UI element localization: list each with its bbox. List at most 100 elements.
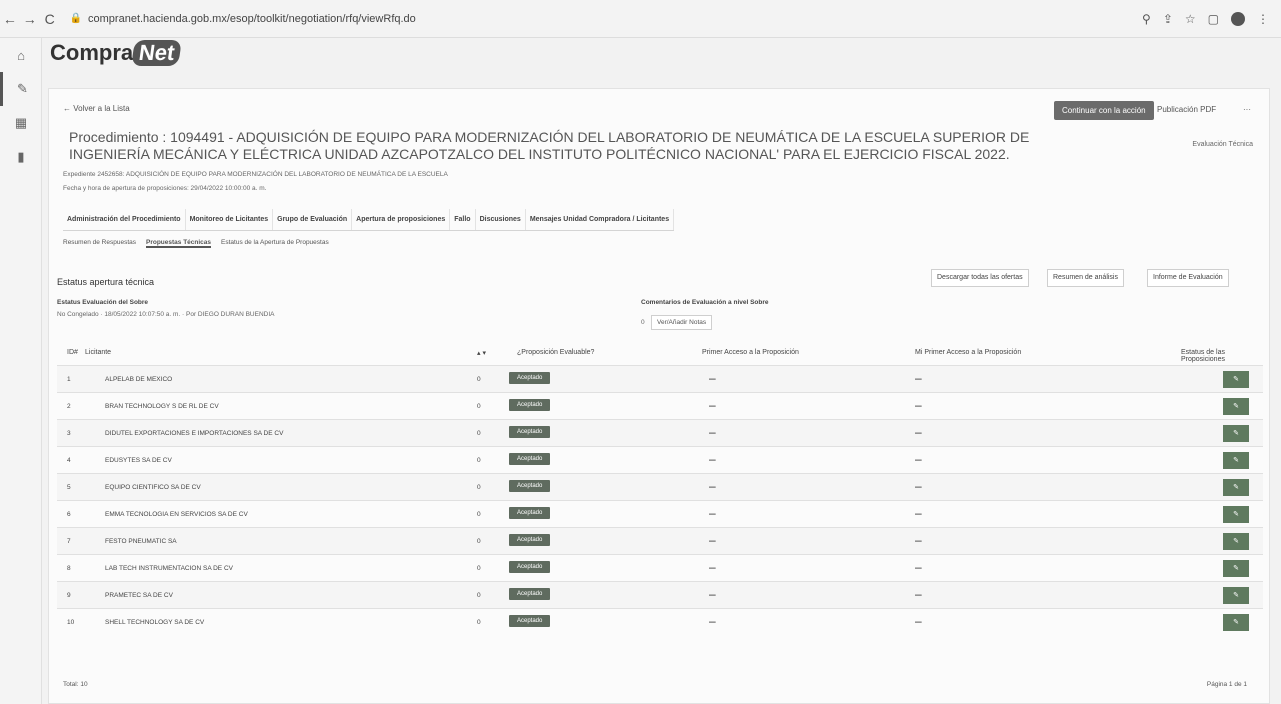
tab-monitoreo[interactable]: Monitoreo de Licitantes [186,209,274,230]
logo-part2: Net [131,40,183,66]
back-arrow-icon[interactable]: ← [0,11,20,27]
table-row: 4 EDUSYTES SA DE CV 0 Aceptado – – ✎ [57,446,1263,473]
star-icon[interactable]: ☆ [1185,12,1196,26]
tab-administracion[interactable]: Administración del Procedimiento [63,209,186,230]
status-badge: Aceptado [509,453,551,465]
row-count: 0 [477,511,481,518]
table-body: 1 ALPELAB DE MEXICO 0 Aceptado – – ✎ 2 BRAN TECH… [57,365,1263,635]
status-badge: Aceptado [509,426,551,438]
col-num[interactable]: ID# [67,349,78,356]
status-badge: Aceptado [509,561,551,573]
col-my-first-access[interactable]: Mi Primer Acceso a la Proposición [915,349,1021,356]
tab-fallo[interactable]: Fallo [450,209,476,230]
row-first-access: – [709,533,716,547]
tab-grupo-evaluacion[interactable]: Grupo de Evaluación [273,209,353,230]
row-count: 0 [477,376,481,383]
edit-proposal-icon[interactable]: ✎ [1223,506,1249,523]
status-badge: Aceptado [509,480,551,492]
share-icon[interactable]: ⇪ [1163,12,1173,26]
edit-proposal-icon[interactable]: ✎ [1223,614,1249,631]
row-licitante-link[interactable]: EQUIPO CIENTIFICO SA DE CV [105,484,201,491]
col-solvente[interactable]: ¿Proposición Evaluable? [517,349,594,356]
row-first-access: – [709,506,716,520]
grid-icon[interactable]: ▦ [0,106,42,140]
kebab-icon[interactable]: ⋮ [1257,12,1269,26]
profile-icon[interactable] [1231,11,1245,26]
col-licitante[interactable]: Licitante [85,349,111,356]
row-num: 6 [67,511,71,518]
evaluacion-tecnica-link[interactable]: Evaluación Técnica [1192,141,1253,148]
row-count: 0 [477,457,481,464]
status-badge: Aceptado [509,372,551,384]
back-to-list-link[interactable]: ← Volver a la Lista [63,104,130,113]
table-row: 6 EMMA TECNOLOGIA EN SERVICIOS SA DE CV 0 A… [57,500,1263,527]
row-my-first-access: – [915,425,922,439]
notes-button[interactable]: Ver/Añadir Notas [651,315,713,330]
row-num: 8 [67,565,71,572]
table-row: 7 FESTO PNEUMATIC SA 0 Aceptado – – ✎ [57,527,1263,554]
compranet-logo: Compra Net [50,40,183,66]
tab-apertura[interactable]: Apertura de proposiciones [352,209,451,230]
window-icon[interactable]: ▢ [1208,12,1219,26]
download-all-button[interactable]: Descargar todas las ofertas [931,269,1029,287]
tab-discusiones[interactable]: Discusiones [476,209,526,230]
subtab-resumen[interactable]: Resumen de Respuestas [63,239,136,248]
pdf-publication-link[interactable]: Publicación PDF [1157,105,1216,114]
edit-proposal-icon[interactable]: ✎ [1223,371,1249,388]
row-first-access: – [709,452,716,466]
row-licitante-link[interactable]: EDUSYTES SA DE CV [105,457,172,464]
row-first-access: – [709,479,716,493]
subtab-propuestas-tecnicas[interactable]: Propuestas Técnicas [146,239,212,248]
edit-proposal-icon[interactable]: ✎ [1223,533,1249,550]
book-icon[interactable]: ▮ [0,140,42,174]
col-estatus[interactable]: Estatus de las Proposiciones [1181,349,1263,363]
edit-proposal-icon[interactable]: ✎ [1223,587,1249,604]
row-my-first-access: – [915,560,922,574]
row-my-first-access: – [915,452,922,466]
tab-mensajes[interactable]: Mensajes Unidad Compradora / Licitantes [526,209,675,230]
url-text[interactable]: compranet.hacienda.gob.mx/esop/toolkit/n… [88,13,416,25]
estatus-value: No Congelado · 18/05/2022 10:07:50 a. m.… [57,311,275,318]
edit-proposal-icon[interactable]: ✎ [1223,398,1249,415]
row-licitante-link[interactable]: LAB TECH INSTRUMENTACION SA DE CV [105,565,233,572]
row-licitante-link[interactable]: EMMA TECNOLOGIA EN SERVICIOS SA DE CV [105,511,248,518]
table-row: 3 DIDUTEL EXPORTACIONES E IMPORTACIONES S… [57,419,1263,446]
row-first-access: – [709,587,716,601]
subtab-estatus-apertura[interactable]: Estatus de la Apertura de Propuestas [221,239,329,248]
edit-proposal-icon[interactable]: ✎ [1223,560,1249,577]
table-row: 5 EQUIPO CIENTIFICO SA DE CV 0 Aceptado – – ✎ [57,473,1263,500]
row-num: 10 [67,619,75,626]
edit-proposal-icon[interactable]: ✎ [1223,452,1249,469]
row-licitante-link[interactable]: FESTO PNEUMATIC SA [105,538,177,545]
row-first-access: – [709,560,716,574]
table-row: 2 BRAN TECHNOLOGY S DE RL DE CV 0 Aceptado –… [57,392,1263,419]
edit-proposal-icon[interactable]: ✎ [1223,425,1249,442]
row-num: 9 [67,592,71,599]
row-licitante-link[interactable]: BRAN TECHNOLOGY S DE RL DE CV [105,403,219,410]
comentarios-count: 0 [641,319,645,326]
row-licitante-link[interactable]: PRAMETEC SA DE CV [105,592,173,599]
table-row: 10 SHELL TECHNOLOGY SA DE CV 0 Aceptado – – ✎ [57,608,1263,635]
analysis-summary-button[interactable]: Resumen de análisis [1047,269,1124,287]
magnifier-icon[interactable]: ⚲ [1142,12,1151,26]
row-count: 0 [477,565,481,572]
row-licitante-link[interactable]: ALPELAB DE MEXICO [105,376,172,383]
col-sort-icon[interactable]: ▴ ▾ [477,349,486,357]
address-bar[interactable]: 🔒 compranet.hacienda.gob.mx/esop/toolkit… [70,7,1142,31]
section-title: Estatus apertura técnica [57,277,155,287]
forward-arrow-icon[interactable]: → [20,11,40,27]
row-licitante-link[interactable]: SHELL TECHNOLOGY SA DE CV [105,619,204,626]
edit-icon[interactable]: ✎ [0,72,42,106]
browser-actions: ⚲ ⇪ ☆ ▢ ⋮ [1142,11,1269,26]
table-row: 9 PRAMETEC SA DE CV 0 Aceptado – – ✎ [57,581,1263,608]
home-icon[interactable]: ⌂ [0,38,42,72]
row-first-access: – [709,371,716,385]
more-options-icon[interactable]: ··· [1243,105,1251,114]
reload-icon[interactable]: C [40,11,60,27]
continue-button[interactable]: Continuar con la acción [1054,101,1154,120]
row-licitante-link[interactable]: DIDUTEL EXPORTACIONES E IMPORTACIONES SA… [105,430,283,437]
row-count: 0 [477,538,481,545]
edit-proposal-icon[interactable]: ✎ [1223,479,1249,496]
evaluation-report-button[interactable]: Informe de Evaluación [1147,269,1229,287]
col-first-access[interactable]: Primer Acceso a la Proposición [702,349,799,356]
